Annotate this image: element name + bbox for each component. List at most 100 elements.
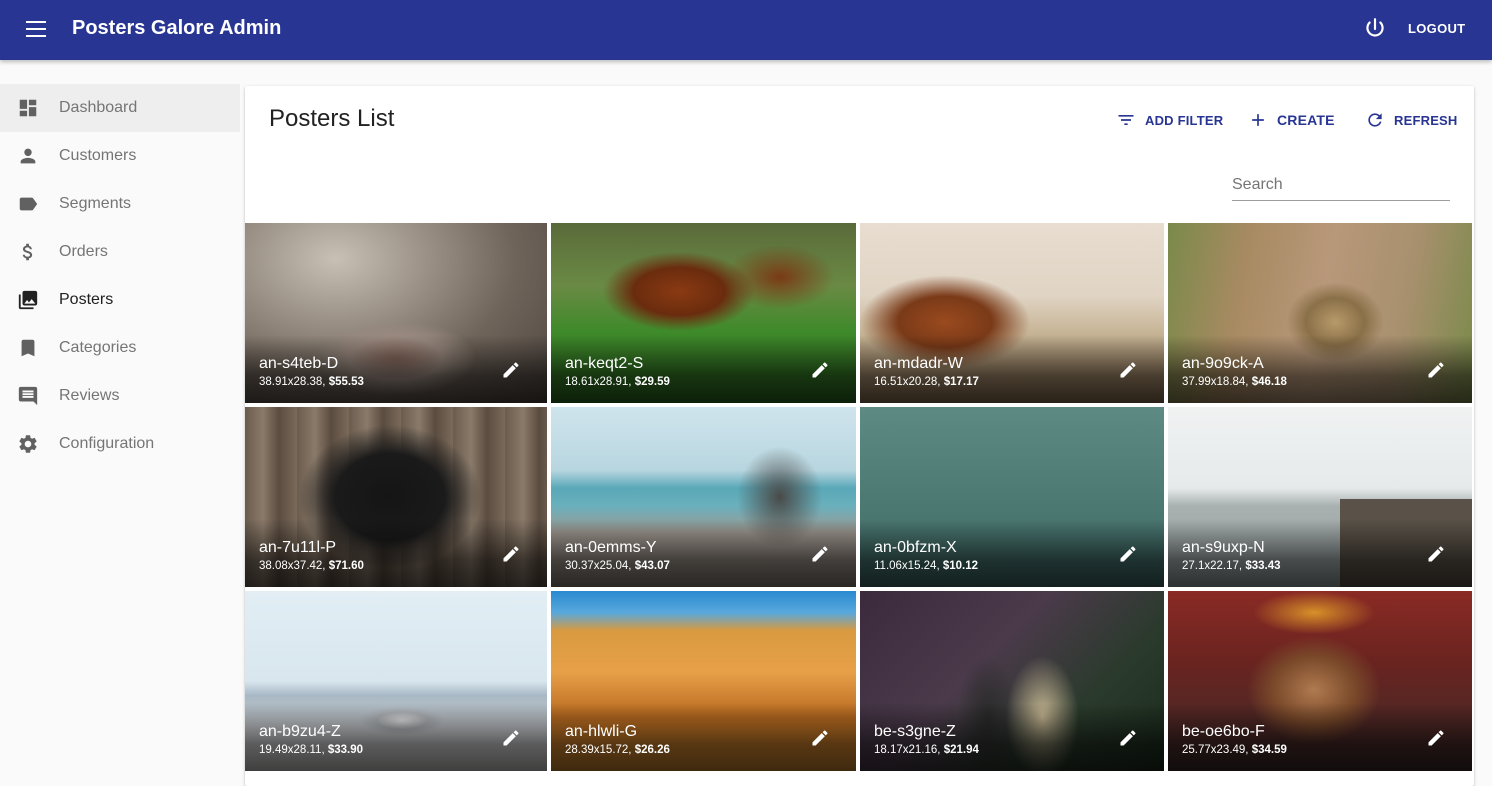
menu-icon	[26, 21, 46, 37]
poster-tile[interactable]: be-oe6bo-F 25.77x23.49, $34.59	[1168, 591, 1472, 771]
sidebar-item-label: Posters	[59, 291, 114, 308]
refresh-label: REFRESH	[1394, 112, 1458, 128]
search-input[interactable]	[1232, 172, 1450, 198]
comment-icon	[18, 386, 38, 406]
poster-size: 27.1x22.17,	[1182, 560, 1243, 572]
sidebar-item-posters[interactable]: Posters	[0, 276, 240, 324]
poster-reference: an-7u11l-P	[259, 539, 337, 556]
poster-reference: an-b9zu4-Z	[259, 723, 341, 740]
refresh-icon	[1368, 113, 1382, 127]
poster-size: 19.49x28.11,	[259, 744, 325, 756]
page-title: Posters List	[269, 105, 395, 132]
plus-icon	[1252, 114, 1264, 126]
edit-icon[interactable]	[1118, 544, 1138, 564]
poster-price: $21.94	[943, 744, 979, 756]
power-icon	[1366, 18, 1384, 37]
poster-tile[interactable]: an-keqt2-S 18.61x28.91, $29.59	[551, 223, 856, 403]
sidebar-item-orders[interactable]: Orders	[0, 228, 240, 276]
poster-size-price: 37.99x18.84, $46.18	[1182, 376, 1287, 388]
poster-size: 28.39x15.72,	[565, 744, 632, 756]
poster-tile[interactable]: an-b9zu4-Z 19.49x28.11, $33.90	[245, 591, 547, 771]
menu-button[interactable]	[14, 18, 58, 42]
poster-tile[interactable]: an-0emms-Y 30.37x25.04, $43.07	[551, 407, 856, 587]
add-filter-label: ADD FILTER	[1145, 112, 1224, 128]
poster-price: $33.90	[327, 744, 364, 756]
poster-size-price: 11.06x15.24, $10.12	[874, 560, 978, 572]
poster-reference: an-0bfzm-X	[874, 539, 957, 556]
edit-icon[interactable]	[501, 360, 521, 380]
poster-grid: an-s4teb-D 38.91x28.38, $55.53 an-keqt2-…	[245, 223, 1474, 771]
poster-reference: an-mdadr-W	[874, 355, 963, 372]
poster-size-price: 27.1x22.17, $33.43	[1182, 560, 1281, 572]
sidebar-item-label: Customers	[59, 147, 137, 164]
sidebar-item-label: Dashboard	[59, 99, 138, 116]
poster-price: $55.53	[328, 376, 364, 388]
edit-icon[interactable]	[1426, 728, 1446, 748]
poster-reference: an-s4teb-D	[259, 355, 339, 372]
settings-icon	[19, 435, 37, 453]
poster-size-price: 18.61x28.91, $29.59	[565, 376, 670, 388]
poster-tile[interactable]: an-s4teb-D 38.91x28.38, $55.53	[245, 223, 547, 403]
poster-tile[interactable]: an-hlwli-G 28.39x15.72, $26.26	[551, 591, 856, 771]
poster-price: $29.59	[634, 376, 670, 388]
poster-price: $17.17	[943, 376, 979, 388]
poster-size-price: 28.39x15.72, $26.26	[565, 744, 670, 756]
poster-size-price: 30.37x25.04, $43.07	[565, 560, 670, 572]
poster-size-price: 38.91x28.38, $55.53	[259, 376, 364, 388]
poster-size-price: 19.49x28.11, $33.90	[259, 744, 363, 756]
edit-icon[interactable]	[501, 728, 521, 748]
dollar-icon	[22, 243, 33, 261]
app-bar: Posters Galore Admin LOGOUT	[0, 0, 1492, 60]
edit-icon[interactable]	[1426, 360, 1446, 380]
poster-tile[interactable]: an-mdadr-W 16.51x20.28, $17.17	[860, 223, 1164, 403]
sidebar: Dashboard Customers Segments Orders Post…	[0, 84, 240, 468]
poster-tile[interactable]: an-9o9ck-A 37.99x18.84, $46.18	[1168, 223, 1472, 403]
sidebar-item-label: Reviews	[59, 387, 120, 404]
sidebar-item-dashboard[interactable]: Dashboard	[0, 84, 240, 132]
edit-icon[interactable]	[501, 544, 521, 564]
poster-size: 25.77x23.49,	[1182, 744, 1249, 756]
poster-price: $26.26	[634, 744, 670, 756]
search-field	[1232, 168, 1450, 201]
poster-reference: an-9o9ck-A	[1182, 355, 1264, 372]
sidebar-item-segments[interactable]: Segments	[0, 180, 240, 228]
dashboard-icon	[19, 99, 37, 117]
sidebar-item-categories[interactable]: Categories	[0, 324, 240, 372]
edit-icon[interactable]	[1118, 360, 1138, 380]
collections-icon	[18, 290, 38, 310]
add-filter-button[interactable]: ADD FILTER	[1116, 108, 1223, 132]
edit-icon[interactable]	[1426, 544, 1446, 564]
edit-icon[interactable]	[810, 360, 830, 380]
edit-icon[interactable]	[1118, 728, 1138, 748]
poster-reference: an-s9uxp-N	[1182, 539, 1265, 556]
posters-list-card: Posters List ADD FILTER CREATE REFRESH a…	[245, 86, 1474, 786]
poster-reference: an-hlwli-G	[565, 723, 638, 740]
app-title: Posters Galore Admin	[72, 17, 282, 39]
logout-button[interactable]: LOGOUT	[1408, 21, 1465, 36]
refresh-button[interactable]: REFRESH	[1365, 108, 1458, 132]
sidebar-item-configuration[interactable]: Configuration	[0, 420, 240, 468]
poster-size-price: 16.51x20.28, $17.17	[874, 376, 979, 388]
poster-tile[interactable]: an-0bfzm-X 11.06x15.24, $10.12	[860, 407, 1164, 587]
create-button[interactable]: CREATE	[1248, 108, 1335, 132]
poster-size: 11.06x15.24,	[874, 560, 940, 572]
poster-tile[interactable]: an-7u11l-P 38.08x37.42, $71.60	[245, 407, 547, 587]
sidebar-item-label: Segments	[59, 195, 132, 212]
poster-tile[interactable]: an-s9uxp-N 27.1x22.17, $33.43	[1168, 407, 1472, 587]
poster-price: $43.07	[634, 560, 670, 572]
sidebar-item-customers[interactable]: Customers	[0, 132, 240, 180]
power-button[interactable]	[1362, 16, 1388, 42]
sidebar-item-label: Orders	[59, 243, 108, 260]
sidebar-item-reviews[interactable]: Reviews	[0, 372, 240, 420]
sidebar-item-label: Configuration	[59, 435, 155, 452]
poster-tile[interactable]: be-s3gne-Z 18.17x21.16, $21.94	[860, 591, 1164, 771]
person-icon	[20, 148, 36, 164]
poster-size: 38.08x37.42,	[259, 560, 326, 572]
poster-price: $46.18	[1251, 376, 1287, 388]
edit-icon[interactable]	[810, 728, 830, 748]
filter-icon	[1118, 115, 1134, 125]
poster-price: $71.60	[328, 560, 364, 572]
poster-size-price: 18.17x21.16, $21.94	[874, 744, 979, 756]
edit-icon[interactable]	[810, 544, 830, 564]
poster-size: 30.37x25.04,	[565, 560, 632, 572]
